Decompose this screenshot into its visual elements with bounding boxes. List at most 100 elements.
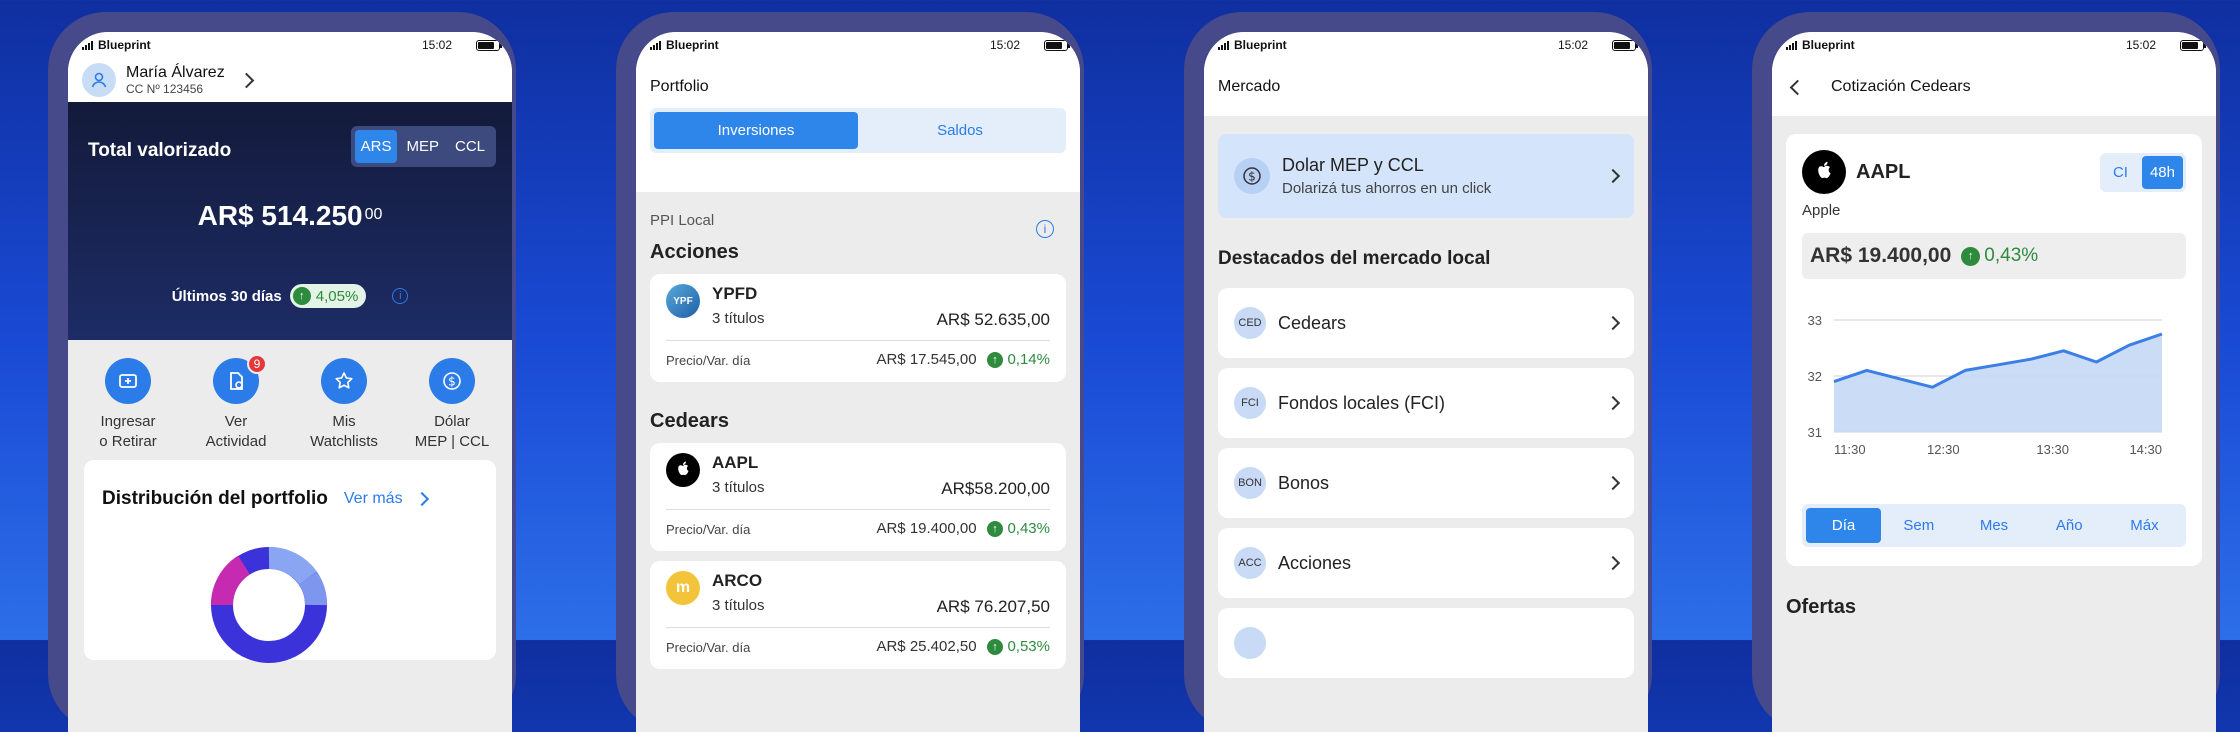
- x-tick-label: 14:30: [2129, 442, 2162, 457]
- account-header[interactable]: María Álvarez CC Nº 123456: [68, 58, 512, 102]
- quote-price: AR$ 19.400,00: [1810, 244, 1951, 268]
- holding-ticker: ARCO: [712, 571, 1050, 591]
- dollar-icon: $: [429, 358, 475, 404]
- action-activity-label1: Ver: [191, 413, 281, 430]
- range-year[interactable]: Año: [2032, 508, 2107, 543]
- market-item-more[interactable]: [1218, 608, 1634, 678]
- quote-ticker: AAPL: [1856, 161, 1910, 184]
- y-tick-label: 32: [1808, 369, 1822, 384]
- status-bar: Blueprint 15:02: [636, 32, 1080, 58]
- currency-switch: ARS MEP CCL: [351, 126, 496, 167]
- ypf-logo: YPF: [666, 284, 700, 318]
- action-dollar-label1: Dólar: [407, 413, 497, 430]
- action-deposit[interactable]: Ingresar o Retirar: [83, 358, 173, 460]
- holding-var: 0,43%: [1007, 520, 1050, 537]
- signal-icon: [650, 41, 661, 50]
- info-icon[interactable]: i: [1036, 220, 1054, 238]
- settlement-ci[interactable]: CI: [2103, 156, 2138, 189]
- price-chart: 31323311:3012:3013:3014:30: [1786, 304, 2170, 464]
- holding-aapl[interactable]: AAPL 3 títulos AR$58.200,00 Precio/Var. …: [650, 443, 1066, 551]
- holding-var: 0,14%: [1007, 351, 1050, 368]
- holding-ypfd[interactable]: YPF YPFD 3 títulos AR$ 52.635,00 Precio/…: [650, 274, 1066, 382]
- svg-text:$: $: [448, 375, 456, 389]
- market-item-bonds[interactable]: BON Bonos: [1218, 448, 1634, 518]
- status-bar: Blueprint 15:02: [1772, 32, 2216, 58]
- chevron-right-icon: [238, 72, 254, 88]
- total-label: Total valorizado: [88, 140, 231, 162]
- avatar: [82, 63, 116, 97]
- x-tick-label: 11:30: [1834, 442, 1866, 457]
- offers-title: Ofertas: [1786, 596, 2202, 619]
- action-watchlists[interactable]: Mis Watchlists: [299, 358, 389, 460]
- chevron-right-icon: [1606, 396, 1620, 410]
- chevron-right-icon: [1606, 556, 1620, 570]
- currency-mep[interactable]: MEP: [399, 130, 446, 163]
- total-amount: AR$ 514.250: [198, 200, 363, 231]
- range-day[interactable]: Día: [1806, 508, 1881, 543]
- see-more-label: Ver más: [344, 490, 403, 508]
- tab-balances[interactable]: Saldos: [858, 112, 1062, 149]
- clock: 15:02: [990, 38, 1020, 52]
- range-month[interactable]: Mes: [1956, 508, 2031, 543]
- balance-panel: Total valorizado ARS MEP CCL AR$ 514.250…: [68, 102, 512, 340]
- carrier: Blueprint: [666, 38, 719, 52]
- back-icon[interactable]: [1790, 79, 1806, 95]
- price-label: Precio/Var. día: [666, 522, 750, 537]
- holding-price: AR$ 25.402,50: [876, 638, 976, 655]
- currency-ars[interactable]: ARS: [355, 130, 398, 163]
- arrow-up-icon: ↑: [987, 521, 1003, 537]
- distribution-title: Distribución del portfolio: [102, 488, 328, 510]
- battery-icon: [1612, 40, 1636, 51]
- period-label: Últimos 30 días: [172, 288, 282, 305]
- market-item-label: Bonos: [1278, 473, 1608, 494]
- info-icon[interactable]: i: [392, 288, 408, 304]
- see-more-link[interactable]: Ver más: [344, 490, 427, 508]
- action-dollar[interactable]: $ Dólar MEP | CCL: [407, 358, 497, 460]
- market-item-cedears[interactable]: CED Cedears: [1218, 288, 1634, 358]
- action-activity[interactable]: 9 Ver Actividad: [191, 358, 281, 460]
- range-max[interactable]: Máx: [2107, 508, 2182, 543]
- notification-badge: 9: [247, 354, 267, 374]
- tab-investments[interactable]: Inversiones: [654, 112, 858, 149]
- page-title: Portfolio: [650, 58, 1066, 96]
- signal-icon: [1786, 41, 1797, 50]
- holding-ticker: AAPL: [712, 453, 1050, 473]
- market-item-fci[interactable]: FCI Fondos locales (FCI): [1218, 368, 1634, 438]
- arrow-up-icon: ↑: [293, 287, 311, 305]
- user-account: CC Nº 123456: [126, 82, 225, 96]
- signal-icon: [82, 41, 93, 50]
- fci-icon: FCI: [1234, 387, 1266, 419]
- battery-icon: [2180, 40, 2204, 51]
- status-bar: Blueprint 15:02: [1204, 32, 1648, 58]
- dollar-promo-banner[interactable]: $ Dolar MEP y CCL Dolarizá tus ahorros e…: [1218, 134, 1634, 218]
- holding-price: AR$ 19.400,00: [876, 520, 976, 537]
- quick-actions: Ingresar o Retirar 9 Ver Actividad Mis W…: [68, 340, 512, 460]
- phone-quote: Blueprint 15:02 Cotización Cedears AAPL …: [1752, 12, 2220, 732]
- phone-market: Blueprint 15:02 Mercado $ Dolar MEP y CC…: [1184, 12, 1652, 732]
- range-week[interactable]: Sem: [1881, 508, 1956, 543]
- x-tick-label: 12:30: [1927, 442, 1960, 457]
- settlement-48h[interactable]: 48h: [2142, 156, 2183, 189]
- price-label: Precio/Var. día: [666, 640, 750, 655]
- dollar-icon: $: [1234, 158, 1270, 194]
- holding-total: AR$ 76.207,50: [937, 597, 1050, 617]
- group-stocks-title: Acciones: [650, 241, 1066, 264]
- market-screen: Blueprint 15:02 Mercado $ Dolar MEP y CC…: [1204, 32, 1648, 732]
- market-item-stocks[interactable]: ACC Acciones: [1218, 528, 1634, 598]
- promo-subtitle: Dolarizá tus ahorros en un click: [1282, 180, 1608, 197]
- holding-price: AR$ 17.545,00: [876, 351, 976, 368]
- arco-logo: m: [666, 571, 700, 605]
- currency-ccl[interactable]: CCL: [448, 130, 492, 163]
- holding-arco[interactable]: m ARCO 3 títulos AR$ 76.207,50 Precio/Va…: [650, 561, 1066, 669]
- total-amount-decimals: 00: [365, 206, 383, 223]
- holding-total: AR$ 52.635,00: [937, 310, 1050, 330]
- area-fill: [1834, 334, 2162, 432]
- holding-titles: 3 títulos: [712, 597, 765, 617]
- x-tick-label: 13:30: [2036, 442, 2069, 457]
- portfolio-tabs: Inversiones Saldos: [650, 108, 1066, 153]
- action-activity-label2: Actividad: [191, 433, 281, 450]
- market-item-label: Fondos locales (FCI): [1278, 393, 1608, 414]
- period-change-value: 4,05%: [316, 288, 359, 305]
- holding-total: AR$58.200,00: [941, 479, 1050, 499]
- battery-icon: [476, 40, 500, 51]
